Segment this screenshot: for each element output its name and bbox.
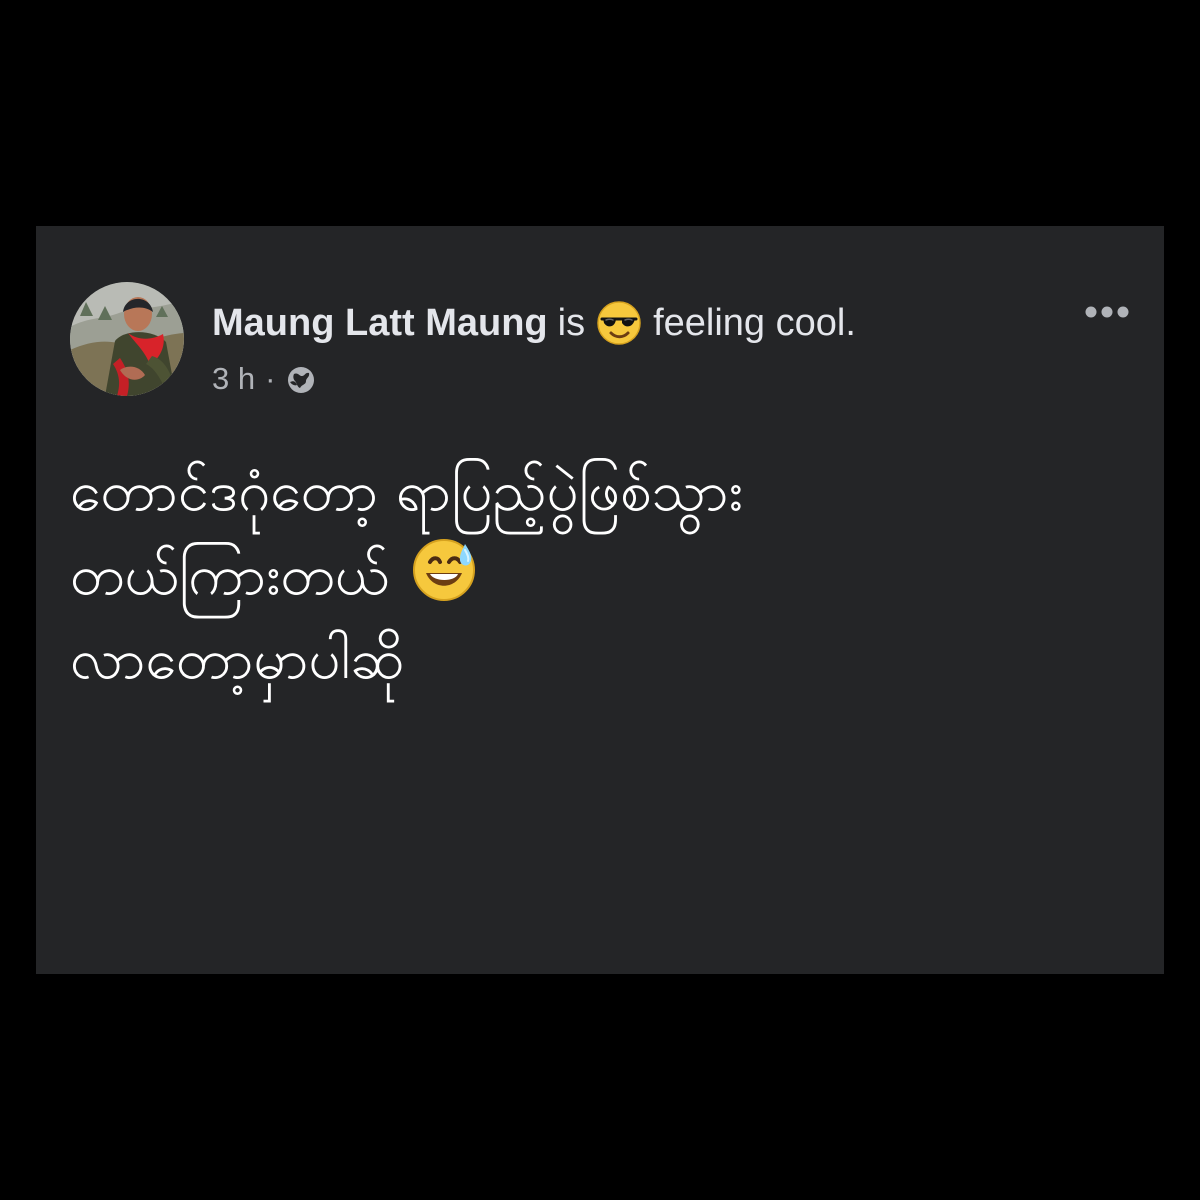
post-body: တောင်ဒဂုံတော့ ရာပြည့်ပွဲဖြစ်သွား တယ်ကြား… (70, 450, 1130, 702)
post-body-line-2-text: တယ်ကြားတယ် (70, 543, 390, 608)
post-meta: 3 h · (212, 358, 317, 400)
author-name-link[interactable]: Maung Latt Maung (212, 296, 548, 350)
more-options-button[interactable] (1083, 296, 1131, 328)
grinning-sweat-face-icon (409, 534, 479, 604)
more-options-icon (1085, 306, 1129, 318)
feeling-connector-text: is (557, 302, 586, 344)
author-avatar[interactable] (70, 282, 184, 396)
post-body-line-2: တယ်ကြားတယ် (70, 534, 1130, 618)
facebook-post-card: Maung Latt Maung is feeling cool. 3 h · (36, 226, 1164, 974)
avatar-photo (70, 282, 184, 396)
sunglasses-face-icon (595, 299, 643, 347)
post-timestamp-link[interactable]: 3 h (212, 361, 255, 397)
post-body-line-3: လာတော့မှာပါဆို (70, 627, 405, 692)
post-body-line-1: တောင်ဒဂုံတော့ ရာပြည့်ပွဲဖြစ်သွား (70, 459, 743, 524)
post-header: Maung Latt Maung is feeling cool. (212, 296, 856, 350)
globe-icon (285, 364, 317, 396)
meta-separator: · (265, 361, 276, 396)
feeling-status-text: feeling cool. (653, 302, 856, 344)
